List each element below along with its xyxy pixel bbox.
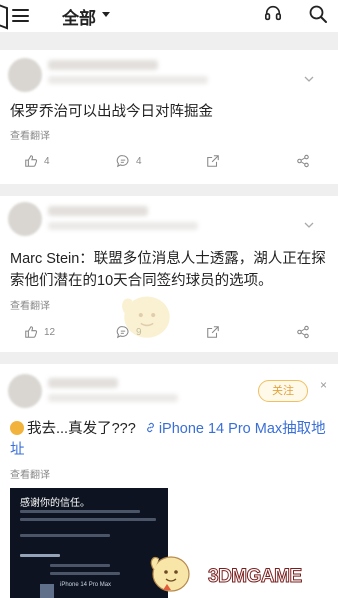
watermark-brand: 3DMGAME	[208, 566, 303, 588]
forward-icon	[207, 155, 219, 167]
author-meta-blurred	[48, 222, 198, 230]
author-meta-blurred	[48, 76, 208, 84]
like-count: 4	[44, 155, 50, 167]
image-heading: 感谢你的信任。	[20, 498, 90, 509]
share-icon	[297, 325, 309, 339]
comment-count: 4	[136, 155, 142, 167]
top-bar: 全部	[0, 0, 338, 32]
author-name-blurred	[48, 60, 158, 70]
close-icon[interactable]: ×	[320, 378, 327, 392]
post-text[interactable]: 保罗乔治可以出战今日对阵掘金	[10, 101, 330, 123]
share-button[interactable]	[296, 154, 316, 168]
divider	[0, 184, 338, 196]
chevron-down-icon[interactable]	[304, 220, 314, 230]
post-text[interactable]: 我去...真发了??? iPhone 14 Pro Max抽取地址	[10, 419, 330, 461]
forward-icon	[207, 326, 219, 338]
image-line	[20, 554, 60, 557]
follow-button[interactable]: 关注	[258, 380, 308, 402]
grimace-emoji-icon	[10, 421, 24, 435]
feed-filter-title[interactable]: 全部	[62, 4, 96, 29]
phone-thumbnail-icon	[40, 584, 54, 598]
chevron-down-icon[interactable]	[304, 74, 314, 84]
image-product: iPhone 14 Pro Max	[60, 582, 112, 588]
like-button[interactable]: 4	[24, 154, 50, 168]
headphones-icon[interactable]	[264, 4, 282, 22]
caret-down-icon[interactable]	[102, 12, 110, 17]
like-button[interactable]: 12	[24, 325, 55, 339]
comment-button[interactable]: 4	[116, 154, 142, 168]
thumbs-up-icon	[25, 155, 38, 167]
share-button[interactable]	[296, 325, 316, 339]
image-line	[20, 510, 140, 513]
author-name-blurred	[48, 206, 148, 216]
comment-icon	[116, 155, 129, 168]
avatar[interactable]	[8, 202, 42, 236]
divider	[0, 352, 338, 364]
thumbs-up-icon	[25, 326, 38, 338]
app-logo-icon	[0, 4, 8, 30]
author-name-blurred	[48, 378, 118, 388]
forward-button[interactable]	[206, 154, 226, 168]
like-count: 12	[44, 326, 56, 338]
forward-button[interactable]	[206, 325, 226, 339]
image-line	[50, 564, 110, 567]
avatar[interactable]	[8, 374, 42, 408]
image-line	[50, 572, 120, 575]
divider	[0, 32, 338, 50]
image-line	[20, 534, 110, 537]
author-meta-blurred	[48, 394, 178, 402]
avatar[interactable]	[8, 58, 42, 92]
mascot-watermark-icon	[122, 296, 170, 338]
mascot-logo-icon	[150, 556, 190, 592]
post-text-prefix: 我去...真发了???	[27, 421, 136, 437]
search-icon[interactable]	[308, 4, 328, 24]
share-icon	[297, 154, 309, 168]
image-line	[20, 518, 156, 521]
post-card[interactable]: 保罗乔治可以出战今日对阵掘金 查看翻译 4 4	[0, 50, 338, 184]
translate-link[interactable]: 查看翻译	[10, 127, 50, 142]
link-icon	[146, 422, 154, 433]
translate-link[interactable]: 查看翻译	[10, 466, 50, 481]
menu-icon[interactable]	[12, 9, 29, 22]
translate-link[interactable]: 查看翻译	[10, 297, 50, 312]
